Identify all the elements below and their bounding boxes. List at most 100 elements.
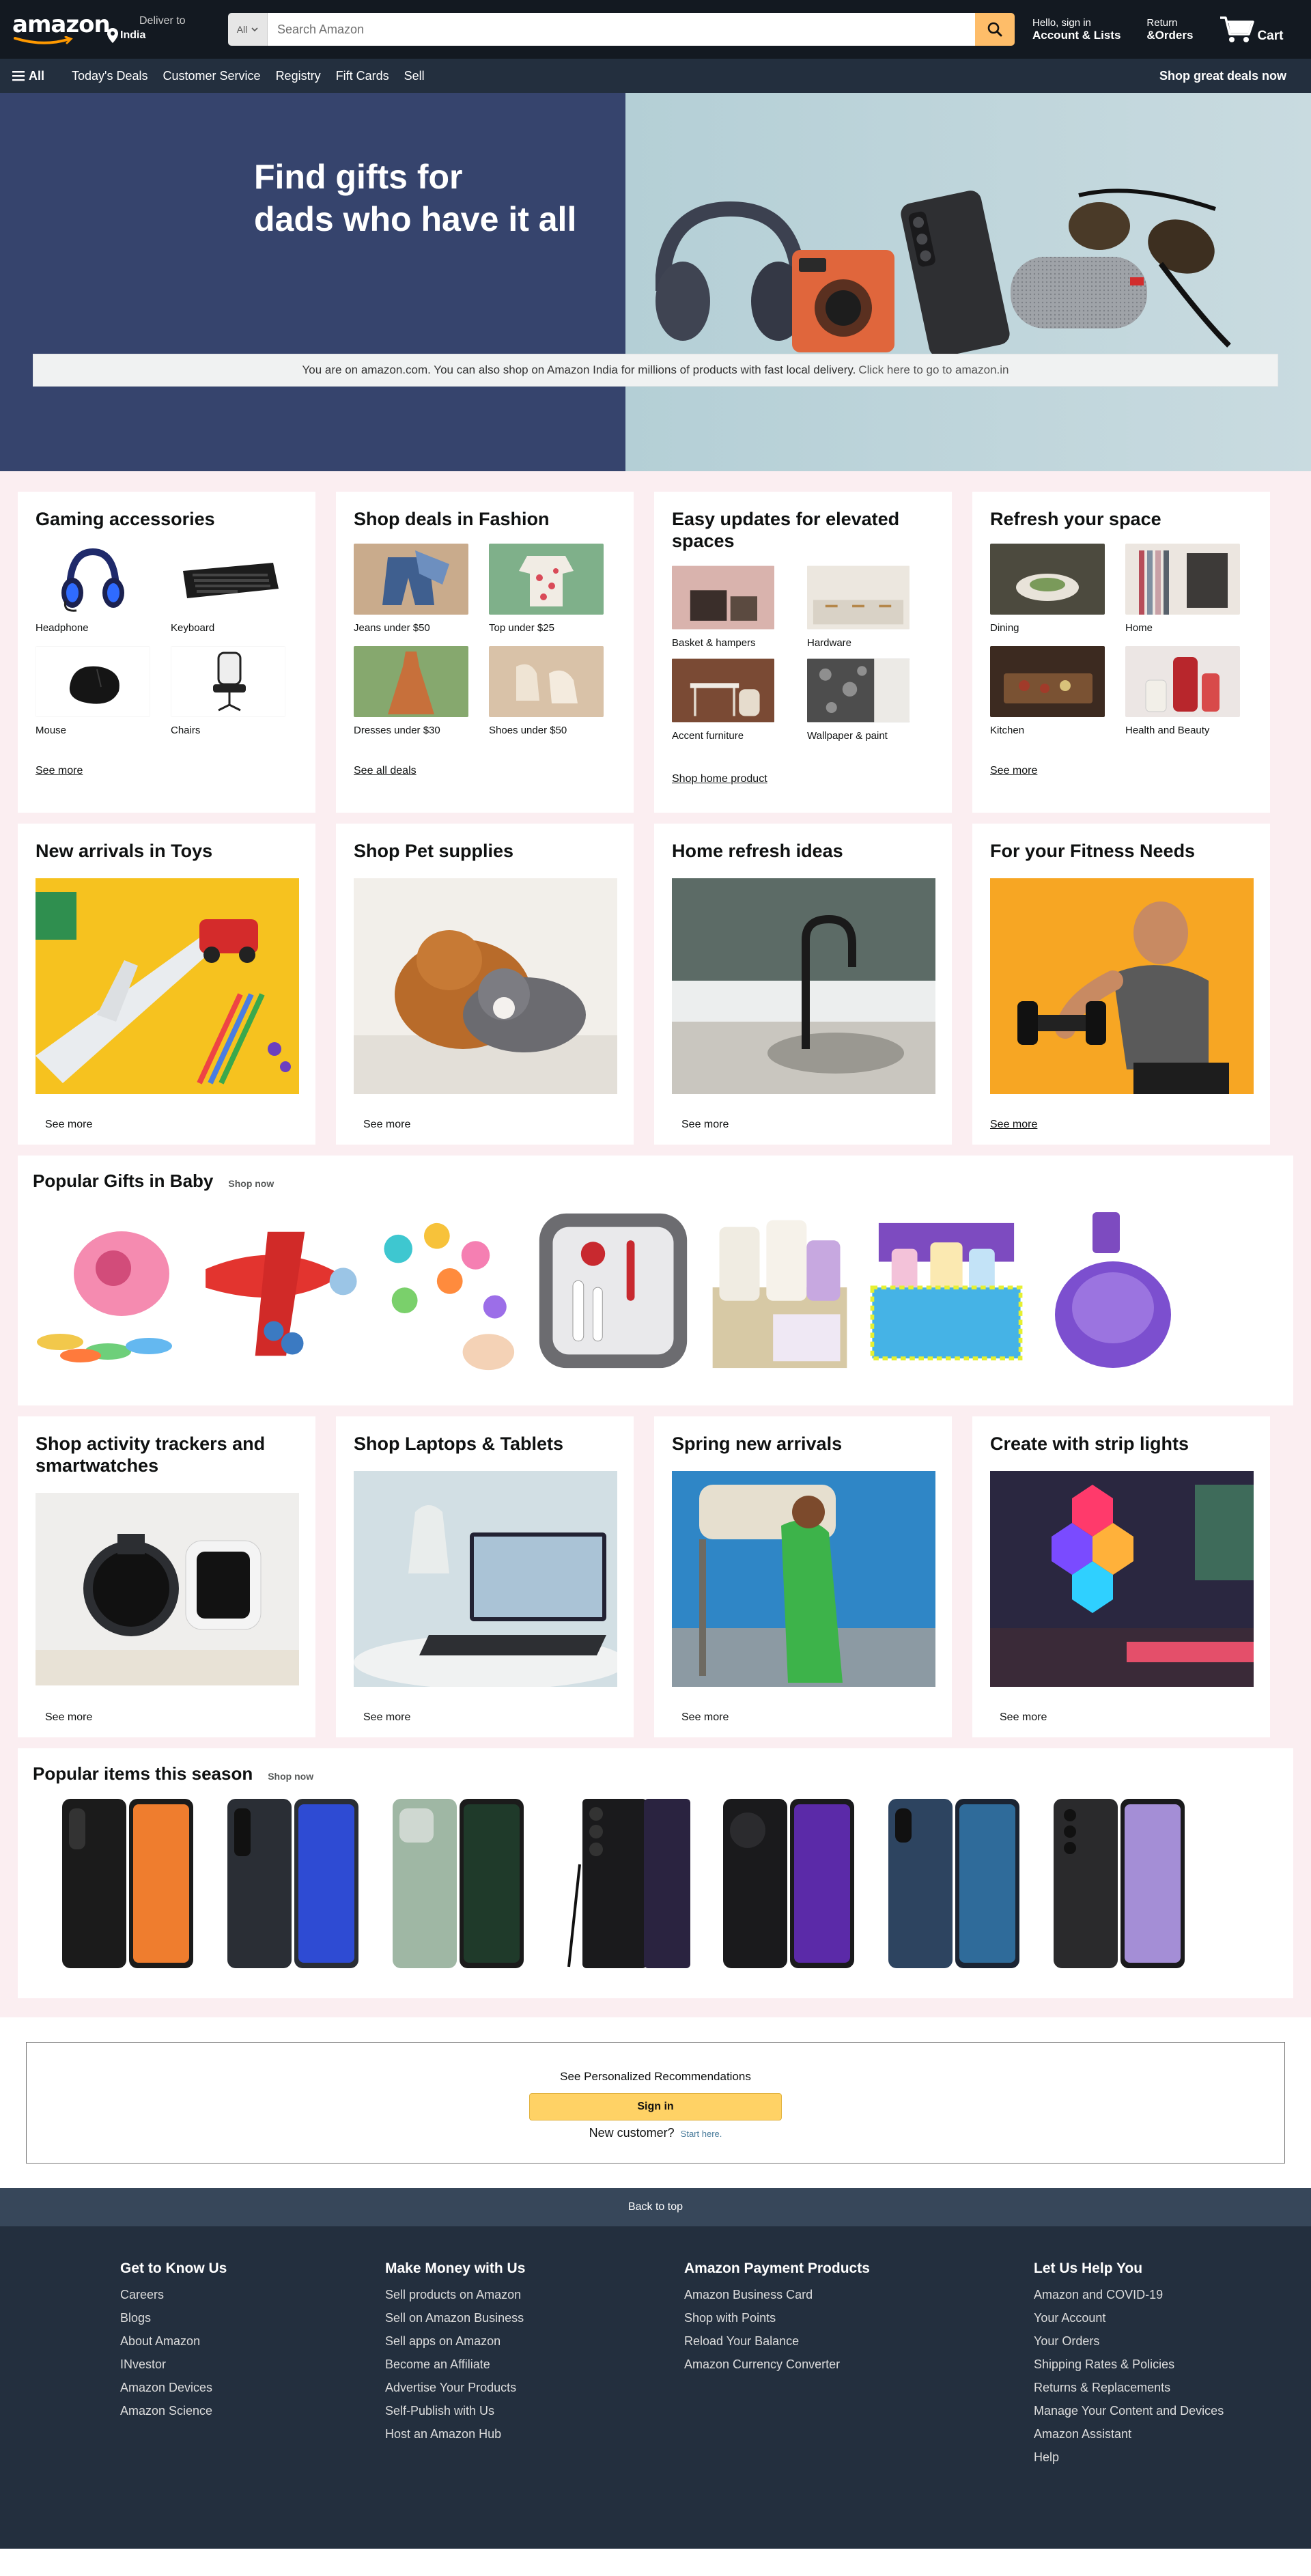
footer-link[interactable]: Blogs xyxy=(120,2311,371,2325)
footer-link[interactable]: Your Account xyxy=(1034,2311,1293,2325)
footer-link[interactable]: Help xyxy=(1034,2450,1293,2465)
tile-shoes[interactable]: Shoes under $50 xyxy=(489,646,605,736)
footer-link[interactable]: Reload Your Balance xyxy=(684,2334,1020,2349)
shop-home-link[interactable]: Shop home product xyxy=(672,773,767,785)
footer-link[interactable]: Advertise Your Products xyxy=(385,2381,671,2395)
returns-orders-link[interactable]: Return &Orders xyxy=(1146,17,1193,42)
notice-link[interactable]: Click here to go to amazon.in xyxy=(858,363,1009,377)
footer-link[interactable]: Careers xyxy=(120,2288,371,2302)
carousel-item-toy-plane[interactable] xyxy=(199,1201,361,1380)
nav-promo-link[interactable]: Shop great deals now xyxy=(1159,69,1286,83)
see-all-deals-link[interactable]: See all deals xyxy=(354,765,417,777)
tile-hardware[interactable]: Hardware xyxy=(807,565,923,649)
nav-registry[interactable]: Registry xyxy=(276,69,321,83)
see-more-link[interactable]: See more xyxy=(990,1119,1037,1131)
search-button[interactable] xyxy=(975,13,1015,46)
see-more-link[interactable]: See more xyxy=(363,1711,410,1724)
tile-tops[interactable]: Top under $25 xyxy=(489,544,605,634)
cart-button[interactable]: Cart xyxy=(1219,15,1283,44)
tile-keyboard[interactable]: Keyboard xyxy=(171,544,287,634)
footer-link[interactable]: About Amazon xyxy=(120,2334,371,2349)
tile-health-beauty[interactable]: Health and Beauty xyxy=(1125,646,1241,736)
tile-basket-hampers[interactable]: Basket & hampers xyxy=(672,565,788,649)
search-category-select[interactable]: All xyxy=(228,13,268,46)
card-title: Spring new arrivals xyxy=(672,1433,843,1454)
deliver-to[interactable]: Deliver to India xyxy=(107,15,209,44)
amazon-logo[interactable]: amazon xyxy=(12,10,111,48)
carousel-item-phone-5[interactable] xyxy=(710,1794,867,1973)
toys-image-link[interactable] xyxy=(36,878,299,1094)
footer-link[interactable]: Manage Your Content and Devices xyxy=(1034,2404,1293,2418)
footer-link[interactable]: Returns & Replacements xyxy=(1034,2381,1293,2395)
footer-link[interactable]: Amazon Currency Converter xyxy=(684,2357,1020,2372)
footer-link[interactable]: Your Orders xyxy=(1034,2334,1293,2349)
footer-link[interactable]: Shipping Rates & Policies xyxy=(1034,2357,1293,2372)
smartwatches-image-link[interactable] xyxy=(36,1493,299,1685)
footer-link[interactable]: Host an Amazon Hub xyxy=(385,2427,671,2441)
footer-col-get-to-know: Get to Know Us Careers Blogs About Amazo… xyxy=(120,2260,371,2549)
signin-button[interactable]: Sign in xyxy=(529,2093,782,2120)
tile-dresses[interactable]: Dresses under $30 xyxy=(354,646,470,736)
search-input[interactable] xyxy=(268,13,975,46)
nav-customer-service[interactable]: Customer Service xyxy=(163,69,261,83)
carousel-item-bath-discovery[interactable] xyxy=(866,1201,1027,1380)
carousel-item-aveeno-set[interactable] xyxy=(699,1201,860,1380)
carousel-item-phone-3[interactable] xyxy=(380,1794,537,1973)
carousel-item-phone-6[interactable] xyxy=(875,1794,1032,1973)
see-more-link[interactable]: See more xyxy=(1000,1711,1047,1724)
footer-link[interactable]: Amazon Devices xyxy=(120,2381,371,2395)
tile-kitchen[interactable]: Kitchen xyxy=(990,646,1106,736)
see-more-link[interactable]: See more xyxy=(45,1119,92,1131)
shop-now-link[interactable]: Shop now xyxy=(268,1771,313,1782)
spring-image-link[interactable] xyxy=(672,1471,935,1687)
back-to-top-button[interactable]: Back to top xyxy=(0,2188,1311,2226)
footer-link[interactable]: Sell on Amazon Business xyxy=(385,2311,671,2325)
shop-now-link[interactable]: Shop now xyxy=(228,1178,274,1189)
footer-link[interactable]: Shop with Points xyxy=(684,2311,1020,2325)
footer-link[interactable]: Sell apps on Amazon xyxy=(385,2334,671,2349)
see-more-link[interactable]: See more xyxy=(45,1711,92,1724)
nav-gift-cards[interactable]: Fift Cards xyxy=(336,69,389,83)
footer-link[interactable]: Amazon and COVID-19 xyxy=(1034,2288,1293,2302)
footer-link[interactable]: Amazon Business Card xyxy=(684,2288,1020,2302)
footer-link[interactable]: Sell products on Amazon xyxy=(385,2288,671,2302)
carousel-item-phone-2[interactable] xyxy=(214,1794,371,1973)
tile-chairs[interactable]: Chairs xyxy=(170,645,287,736)
footer-link[interactable]: Amazon Assistant xyxy=(1034,2427,1293,2441)
laptops-image-link[interactable] xyxy=(354,1471,617,1687)
see-more-link[interactable]: See more xyxy=(681,1711,729,1724)
carousel-item-sleepy-time[interactable] xyxy=(1032,1201,1194,1380)
nav-todays-deals[interactable]: Today's Deals xyxy=(72,69,148,83)
footer-link[interactable]: Amazon Science xyxy=(120,2404,371,2418)
tile-wallpaper-paint[interactable]: Wallpaper & paint xyxy=(807,658,923,742)
hero-carousel[interactable]: Find gifts for dads who have it all You … xyxy=(0,93,1311,471)
strip-lights-image-link[interactable] xyxy=(990,1471,1254,1687)
carousel-item-phone-1[interactable] xyxy=(49,1794,206,1973)
tile-headphone[interactable]: Headphone xyxy=(36,544,152,634)
account-lists-link[interactable]: Hello, sign in Account & Lists xyxy=(1032,17,1120,42)
footer-link[interactable]: Become an Affiliate xyxy=(385,2357,671,2372)
carousel-item-grooming-kit[interactable] xyxy=(533,1201,694,1380)
carousel-item-piggy-bank[interactable] xyxy=(33,1201,194,1380)
start-here-link[interactable]: Start here. xyxy=(681,2129,722,2139)
tile-home[interactable]: Home xyxy=(1125,544,1241,634)
tile-dining[interactable]: Dining xyxy=(990,544,1106,634)
tile-accent-furniture[interactable]: Accent furniture xyxy=(672,658,788,742)
see-more-link[interactable]: See more xyxy=(681,1119,729,1131)
carousel-item-phone-4[interactable] xyxy=(545,1794,702,1973)
tile-jeans[interactable]: Jeans under $50 xyxy=(354,544,470,634)
amazon-india-notice[interactable]: You are on amazon.com. You can also shop… xyxy=(33,354,1278,387)
footer-link[interactable]: Self-Publish with Us xyxy=(385,2404,671,2418)
pets-image-link[interactable] xyxy=(354,878,617,1094)
nav-sell[interactable]: Sell xyxy=(404,69,425,83)
see-more-link[interactable]: See more xyxy=(36,765,83,777)
home-refresh-image-link[interactable] xyxy=(672,878,935,1094)
tile-mouse[interactable]: Mouse xyxy=(35,645,152,736)
footer-link[interactable]: INvestor xyxy=(120,2357,371,2372)
fitness-image-link[interactable] xyxy=(990,878,1254,1094)
carousel-item-phone-7[interactable] xyxy=(1041,1794,1198,1973)
see-more-link[interactable]: See more xyxy=(363,1119,410,1131)
all-menu-button[interactable]: All xyxy=(12,69,44,83)
see-more-link[interactable]: See more xyxy=(990,765,1037,777)
carousel-item-teethers[interactable] xyxy=(366,1201,527,1380)
